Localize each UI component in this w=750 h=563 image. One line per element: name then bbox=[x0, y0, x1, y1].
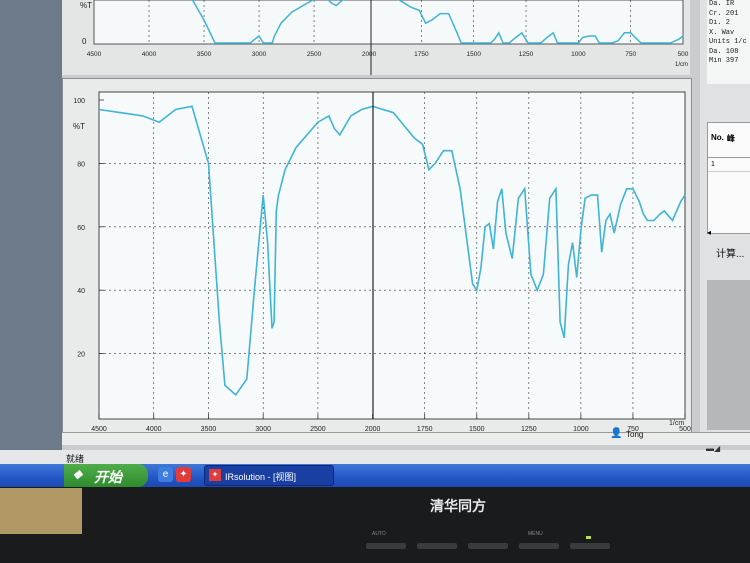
monitor-auto-button[interactable] bbox=[366, 543, 406, 549]
info-line: Di. 2 bbox=[709, 19, 731, 27]
monitor-menu-button[interactable] bbox=[519, 543, 559, 549]
windows-logo-icon: ❖ bbox=[72, 468, 83, 482]
top-x-tick-label: 2000 bbox=[362, 51, 377, 58]
col-no: No. bbox=[711, 133, 724, 142]
user-name: Tong bbox=[626, 430, 644, 439]
empty-panel bbox=[707, 280, 750, 430]
left-toolbar bbox=[0, 0, 62, 450]
screen: %T 0 4500 4000 3500 3000 2500 2000 1750 1500 125… bbox=[0, 0, 750, 487]
monitor-brand: 清华同方 bbox=[430, 498, 486, 514]
top-x-tick-label: 500 bbox=[678, 51, 689, 58]
taskbar-item-irsolution[interactable]: ✦ IRsolution - [视图] bbox=[204, 465, 334, 486]
tape bbox=[0, 488, 82, 534]
x-axis-unit: 1/cm bbox=[669, 420, 684, 427]
start-label: 开始 bbox=[94, 469, 122, 485]
top-x-tick-label: 1500 bbox=[466, 51, 481, 58]
top-x-tick-label: 1250 bbox=[519, 51, 534, 58]
taskbar-item-label: IRsolution - [视图] bbox=[225, 472, 297, 482]
top-spectrum-svg: %T 0 4500 4000 3500 3000 2500 2000 1750 1500 125… bbox=[80, 0, 689, 75]
info-line: Cr. 201 bbox=[709, 9, 739, 18]
peak-table[interactable]: No. 峰 1 bbox=[707, 122, 750, 234]
top-x-tick-label: 4500 bbox=[87, 51, 102, 58]
top-x-tick-label: 750 bbox=[625, 51, 636, 58]
info-panel: Da. IR Cr. 201 Di. 2 X. Wav Units 1/c Da… bbox=[707, 0, 750, 84]
table-row[interactable]: 1 bbox=[708, 158, 750, 172]
irsolution-quicklaunch-icon[interactable]: ✦ bbox=[176, 467, 191, 482]
calculate-button[interactable]: 计算... bbox=[716, 245, 744, 260]
info-line: X. Wav bbox=[709, 28, 735, 37]
col-peak: 峰 bbox=[726, 134, 735, 143]
y-tick-label: 40 bbox=[77, 288, 85, 295]
start-button[interactable]: ❖ 开始 bbox=[64, 464, 148, 487]
y-tick-label: 100 bbox=[73, 98, 85, 105]
scroll-left-icon[interactable]: ◂ bbox=[707, 228, 711, 237]
monitor-power-button[interactable] bbox=[570, 543, 610, 549]
top-x-tick-label: 2500 bbox=[307, 51, 322, 58]
browser-icon[interactable]: e bbox=[158, 467, 173, 482]
top-spectrum-panel[interactable]: %T 0 4500 4000 3500 3000 2500 2000 1750 1500 125… bbox=[62, 0, 690, 75]
top-x-tick-label: 1750 bbox=[414, 51, 429, 58]
top-x-unit: 1/cm bbox=[675, 62, 688, 68]
info-line: Da. 108 bbox=[709, 47, 739, 56]
irsolution-icon: ✦ bbox=[209, 469, 221, 481]
resize-grip-icon[interactable]: ▬◢ bbox=[706, 444, 720, 453]
hw-label-menu: MENU bbox=[528, 531, 543, 537]
main-spectrum-svg: 10080604020 4500 4000 3500 3000 2500 2000 1750… bbox=[73, 91, 691, 433]
monitor-down-button[interactable] bbox=[417, 543, 457, 549]
info-line: Da. IR bbox=[709, 0, 735, 8]
peak-table-header: No. 峰 bbox=[708, 123, 750, 158]
status-bar bbox=[62, 432, 750, 445]
y-tick-label: 20 bbox=[77, 352, 85, 359]
monitor-up-button[interactable] bbox=[468, 543, 508, 549]
power-led bbox=[586, 536, 591, 539]
top-y-label-zero: 0 bbox=[82, 37, 87, 46]
y-tick-label: 60 bbox=[77, 225, 85, 232]
info-line: Units 1/c bbox=[709, 38, 747, 46]
top-x-tick-label: 3000 bbox=[252, 51, 267, 58]
y-tick-label: 80 bbox=[77, 161, 85, 168]
ready-bar bbox=[0, 450, 750, 464]
top-x-tick-label: 1000 bbox=[571, 51, 586, 58]
top-x-tick-label: 4000 bbox=[142, 51, 157, 58]
top-y-label-t: %T bbox=[80, 1, 92, 10]
y-axis-label: %T bbox=[73, 122, 85, 131]
info-line: Min 397 bbox=[709, 57, 739, 65]
hw-label-auto: AUTO bbox=[372, 531, 386, 537]
top-x-tick-label: 3500 bbox=[197, 51, 212, 58]
main-spectrum-panel[interactable]: 100 80 60 40 20 4500 4000 3500 3000 2500 2000 1750… bbox=[62, 78, 692, 434]
user-icon: 👤 bbox=[610, 428, 623, 439]
